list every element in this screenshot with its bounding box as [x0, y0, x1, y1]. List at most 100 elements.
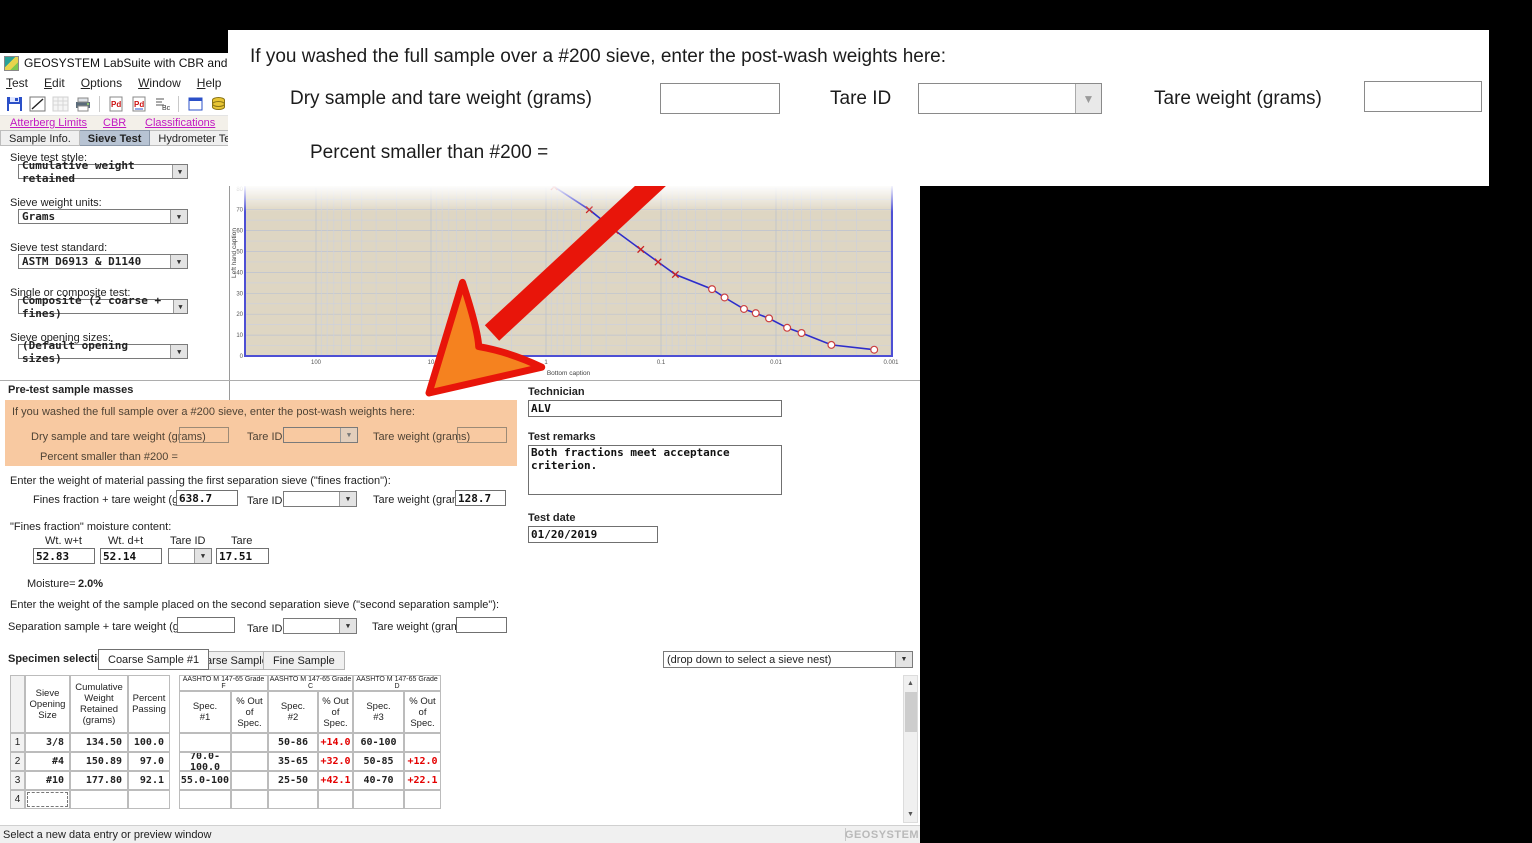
washed-tareid-select[interactable]: ▼	[283, 427, 358, 443]
wt-dt-input[interactable]	[100, 548, 162, 564]
grid-cell-size[interactable]: #10	[25, 771, 70, 790]
grid-cell-out2[interactable]	[318, 790, 353, 809]
select-sieve-opening-sizes[interactable]: (Default opening sizes)▼	[18, 344, 188, 359]
grid-cell-spec1[interactable]: 55.0-100	[179, 771, 231, 790]
grid-cell-weight[interactable]: 177.80	[70, 771, 128, 790]
separation-tareid-label: Tare ID	[247, 623, 282, 635]
menu-edit[interactable]: Edit	[44, 76, 65, 90]
grid-cell-out3[interactable]: +12.0	[404, 752, 441, 771]
grid-cell-spec3[interactable]: 50-85	[353, 752, 404, 771]
scroll-down-icon[interactable]: ▼	[904, 807, 917, 822]
fines-tareweight-input[interactable]	[455, 490, 506, 506]
svg-text:100: 100	[311, 360, 322, 366]
callout-tareweight-label: Tare weight (grams)	[1154, 88, 1322, 110]
callout-dry-input[interactable]	[660, 83, 780, 114]
pdf-export-alt-icon[interactable]: Pd	[129, 94, 149, 113]
grid-row-number[interactable]: 1	[10, 733, 25, 752]
callout-tareweight-input[interactable]	[1364, 81, 1482, 112]
grid-cell-out3[interactable]	[404, 790, 441, 809]
separation-tareid-select[interactable]: ▼	[283, 618, 357, 634]
grid-cell-out2[interactable]: +32.0	[318, 752, 353, 771]
chart-icon[interactable]	[27, 94, 47, 113]
grid-cell-size[interactable]	[25, 790, 70, 809]
tab-sieve-test[interactable]: Sieve Test	[80, 130, 151, 146]
grid-cell-spec3[interactable]: 40-70	[353, 771, 404, 790]
grid-cell-out2[interactable]: +42.1	[318, 771, 353, 790]
test-date-input[interactable]	[528, 526, 658, 543]
grid-cell-size[interactable]: 3/8	[25, 733, 70, 752]
grid-cell-weight[interactable]: 150.89	[70, 752, 128, 771]
fines-tareid-select[interactable]: ▼	[283, 491, 357, 507]
fines-weight-input[interactable]	[176, 490, 238, 506]
pdf-export-icon[interactable]: Pd	[106, 94, 126, 113]
grid-cell-passing[interactable]: 92.1	[128, 771, 170, 790]
scrollbar-thumb[interactable]	[905, 692, 917, 732]
grid-cell-passing[interactable]: 100.0	[128, 733, 170, 752]
menu-window[interactable]: Window	[138, 76, 181, 90]
grid-cell-spec2[interactable]: 25-50	[268, 771, 318, 790]
grid-cell-passing[interactable]	[128, 790, 170, 809]
menu-help[interactable]: Help	[197, 76, 222, 90]
grid-cell-out1[interactable]	[231, 752, 268, 771]
grid-cell-out3[interactable]	[404, 733, 441, 752]
module-link-classifications[interactable]: Classifications	[145, 117, 215, 129]
grid-cell-size[interactable]: #4	[25, 752, 70, 771]
menu-test[interactable]: Test	[6, 76, 28, 90]
grid-cell-out1[interactable]	[231, 790, 268, 809]
svg-text:0: 0	[240, 354, 244, 360]
technician-input[interactable]	[528, 400, 782, 417]
grid-group-header: AASHTO M 147-65 Grade F	[179, 675, 268, 691]
specimen-tab-fine-sample[interactable]: Fine Sample	[263, 651, 345, 670]
separation-weight-input[interactable]	[177, 617, 235, 633]
tab-sample-info-[interactable]: Sample Info.	[0, 130, 80, 146]
test-remarks-input[interactable]: Both fractions meet acceptance criterion…	[528, 445, 782, 495]
grid-cell-out2[interactable]: +14.0	[318, 733, 353, 752]
grid-cell-weight[interactable]: 134.50	[70, 733, 128, 752]
grid-cell-spec2[interactable]: 50-86	[268, 733, 318, 752]
svg-text:0.001: 0.001	[883, 360, 899, 366]
grid-row-number[interactable]: 2	[10, 752, 25, 771]
grid-cell-spec2[interactable]	[268, 790, 318, 809]
grid-cell-spec2[interactable]: 35-65	[268, 752, 318, 771]
grid-row-number[interactable]: 3	[10, 771, 25, 790]
grid-cell-spec1[interactable]	[179, 733, 231, 752]
database-icon[interactable]	[208, 94, 228, 113]
save-icon[interactable]	[4, 94, 24, 113]
print-icon[interactable]	[73, 94, 93, 113]
grid-scrollbar[interactable]: ▲ ▼	[903, 675, 918, 823]
moisture-tareid-select[interactable]: ▼	[168, 548, 212, 564]
select-single-or-composite-test[interactable]: Composite (2 coarse + fines)▼	[18, 299, 188, 314]
washed-tareweight-input[interactable]	[457, 427, 507, 443]
grid-cell-spec3[interactable]	[353, 790, 404, 809]
select-sieve-test-standard[interactable]: ASTM D6913 & D1140▼	[18, 254, 188, 269]
washed-dry-input[interactable]	[179, 427, 229, 443]
grid-cell-spec1[interactable]	[179, 790, 231, 809]
sieve-nest-select[interactable]: (drop down to select a sieve nest)▼	[663, 651, 913, 668]
select-sieve-weight-units[interactable]: Grams▼	[18, 209, 188, 224]
grid-row-number[interactable]: 4	[10, 790, 25, 809]
preview-window-icon[interactable]	[185, 94, 205, 113]
menu-options[interactable]: Options	[81, 76, 122, 90]
svg-text:Bottom caption: Bottom caption	[547, 370, 591, 377]
module-link-atterberg-limits[interactable]: Atterberg Limits	[10, 117, 87, 129]
callout-tareid-select[interactable]: ▼	[918, 83, 1102, 114]
grid-cell-passing[interactable]: 97.0	[128, 752, 170, 771]
select-sieve-test-style[interactable]: Cumulative weight retained▼	[18, 164, 188, 179]
specimen-tab-coarse-sample-1[interactable]: Coarse Sample #1	[98, 649, 209, 670]
grid-cell-spec1[interactable]: 70.0-100.0	[179, 752, 231, 771]
tare-input[interactable]	[216, 548, 269, 564]
grid-cell-out3[interactable]: +22.1	[404, 771, 441, 790]
scroll-up-icon[interactable]: ▲	[904, 676, 917, 691]
grid-cell-weight[interactable]	[70, 790, 128, 809]
grid-cell-out1[interactable]	[231, 771, 268, 790]
technician-label: Technician	[528, 386, 585, 398]
data-entry-icon[interactable]: Bc	[152, 94, 172, 113]
toolbar-separator	[178, 96, 179, 112]
grid-cell-spec3[interactable]: 60-100	[353, 733, 404, 752]
test-remarks-label: Test remarks	[528, 431, 596, 443]
grid-header-spec1: Spec. #1	[179, 691, 231, 733]
module-link-cbr[interactable]: CBR	[103, 117, 126, 129]
wt-wt-input[interactable]	[33, 548, 95, 564]
separation-tareweight-input[interactable]	[456, 617, 507, 633]
grid-cell-out1[interactable]	[231, 733, 268, 752]
